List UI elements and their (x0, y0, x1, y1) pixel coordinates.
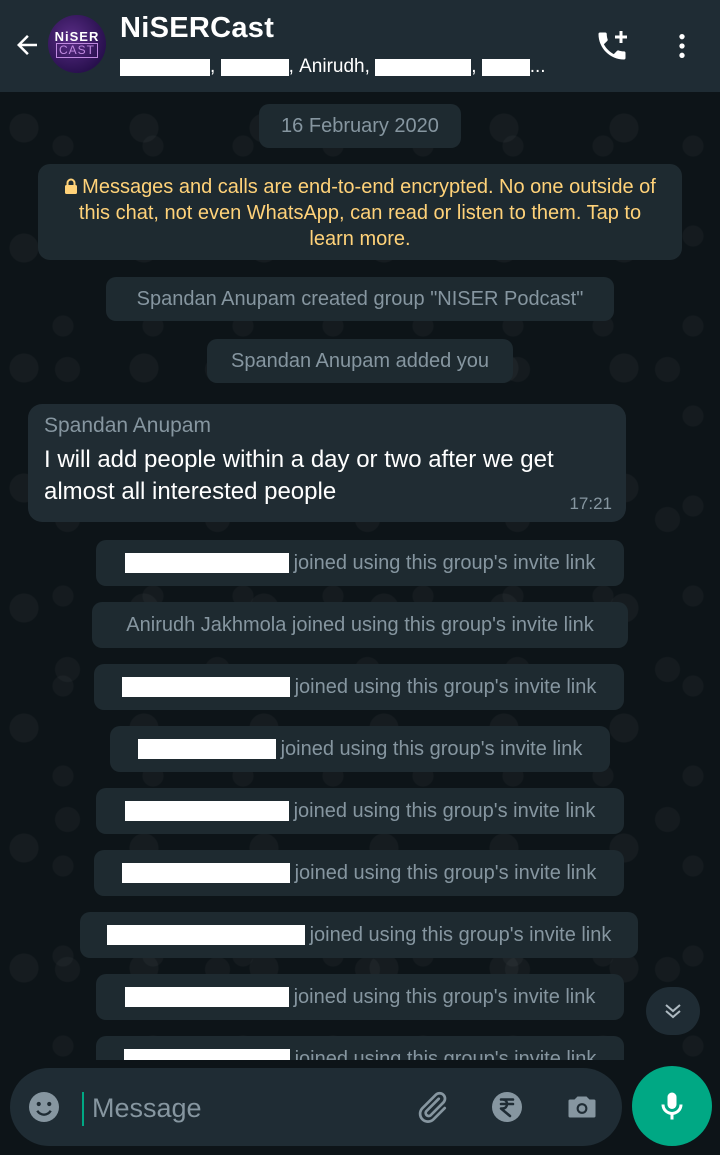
date-chip: 16 February 2020 (259, 104, 461, 148)
message-time: 17:21 (569, 494, 612, 513)
scroll-to-bottom-button[interactable] (646, 987, 700, 1035)
joined-text: joined using this group's invite link (293, 799, 596, 822)
redacted-name (137, 739, 276, 759)
system-message-joined: joined using this group's invite link (96, 1036, 624, 1060)
camera-icon (568, 1096, 596, 1118)
emoji-button[interactable] (24, 1087, 64, 1127)
back-arrow-icon (17, 35, 37, 55)
compose-bar (0, 1060, 720, 1155)
lock-icon (65, 178, 78, 194)
group-avatar[interactable]: NiSER CAST (48, 15, 106, 73)
participant-name: Anirudh, (299, 56, 370, 77)
back-button[interactable] (10, 28, 44, 62)
joined-text: joined using this group's invite link (293, 551, 596, 574)
chat-area[interactable]: 16 February 2020 Messages and calls are … (0, 92, 720, 1060)
payment-button[interactable] (487, 1087, 527, 1127)
message-input[interactable] (92, 1088, 392, 1128)
emoji-icon (29, 1092, 59, 1122)
joined-text: joined using this group's invite link (294, 1047, 597, 1061)
encryption-text: Messages and calls are end-to-end encryp… (78, 176, 656, 250)
joined-text: joined using this group's invite link (293, 985, 596, 1008)
message-bubble[interactable]: Spandan Anupam I will add people within … (28, 404, 626, 522)
encryption-notice[interactable]: Messages and calls are end-to-end encryp… (38, 164, 682, 260)
text-caret (82, 1092, 84, 1126)
avatar-text-line1: NiSER (54, 29, 100, 44)
redacted-name (220, 58, 289, 76)
system-message-joined: joined using this group's invite link (96, 540, 624, 586)
system-message-joined: joined using this group's invite link (94, 664, 624, 710)
rupee-icon (492, 1092, 522, 1122)
chat-header: NiSER CAST NiSERCast , , Anirudh, , ... (0, 0, 720, 92)
avatar-text-line2: CAST (55, 43, 98, 58)
redacted-name (121, 863, 290, 883)
system-message-joined: joined using this group's invite link (96, 974, 624, 1020)
system-message-created: Spandan Anupam created group "NISER Podc… (106, 277, 614, 321)
voice-message-button[interactable] (632, 1066, 712, 1146)
system-message-joined: joined using this group's invite link (94, 850, 624, 896)
redacted-name (481, 58, 530, 76)
system-message-joined: joined using this group's invite link (110, 726, 610, 772)
redacted-name (106, 925, 305, 945)
joined-text: joined using this group's invite link (309, 923, 612, 946)
joined-text: joined using this group's invite link (294, 675, 597, 698)
message-input-box[interactable] (10, 1068, 622, 1146)
attach-icon (418, 1091, 447, 1123)
system-message-joined: joined using this group's invite link (80, 912, 638, 958)
add-call-button[interactable] (592, 26, 632, 66)
redacted-name (124, 801, 289, 821)
participants-ellipsis: ... (529, 56, 546, 77)
participants-list[interactable]: , , Anirudh, , ... (120, 56, 546, 78)
joined-text: joined using this group's invite link (294, 861, 597, 884)
camera-button[interactable] (562, 1087, 602, 1127)
redacted-name (121, 677, 290, 697)
mic-icon (661, 1092, 683, 1120)
add-call-icon (598, 31, 627, 60)
scroll-down-icon (665, 1004, 681, 1019)
group-title[interactable]: NiSERCast (120, 12, 274, 45)
more-vert-icon (679, 34, 685, 58)
system-message-added: Spandan Anupam added you (207, 339, 513, 383)
message-sender[interactable]: Spandan Anupam (44, 412, 610, 440)
system-message-joined: joined using this group's invite link (96, 788, 624, 834)
redacted-name (375, 58, 472, 76)
message-text: I will add people within a day or two af… (44, 446, 554, 505)
more-options-button[interactable] (662, 26, 702, 66)
joined-text: joined using this group's invite link (280, 737, 583, 760)
redacted-name (124, 553, 289, 573)
attach-button[interactable] (412, 1087, 452, 1127)
redacted-name (120, 58, 210, 76)
redacted-name (123, 1049, 290, 1060)
redacted-name (124, 987, 289, 1007)
system-message-joined: Anirudh Jakhmola joined using this group… (92, 602, 628, 648)
